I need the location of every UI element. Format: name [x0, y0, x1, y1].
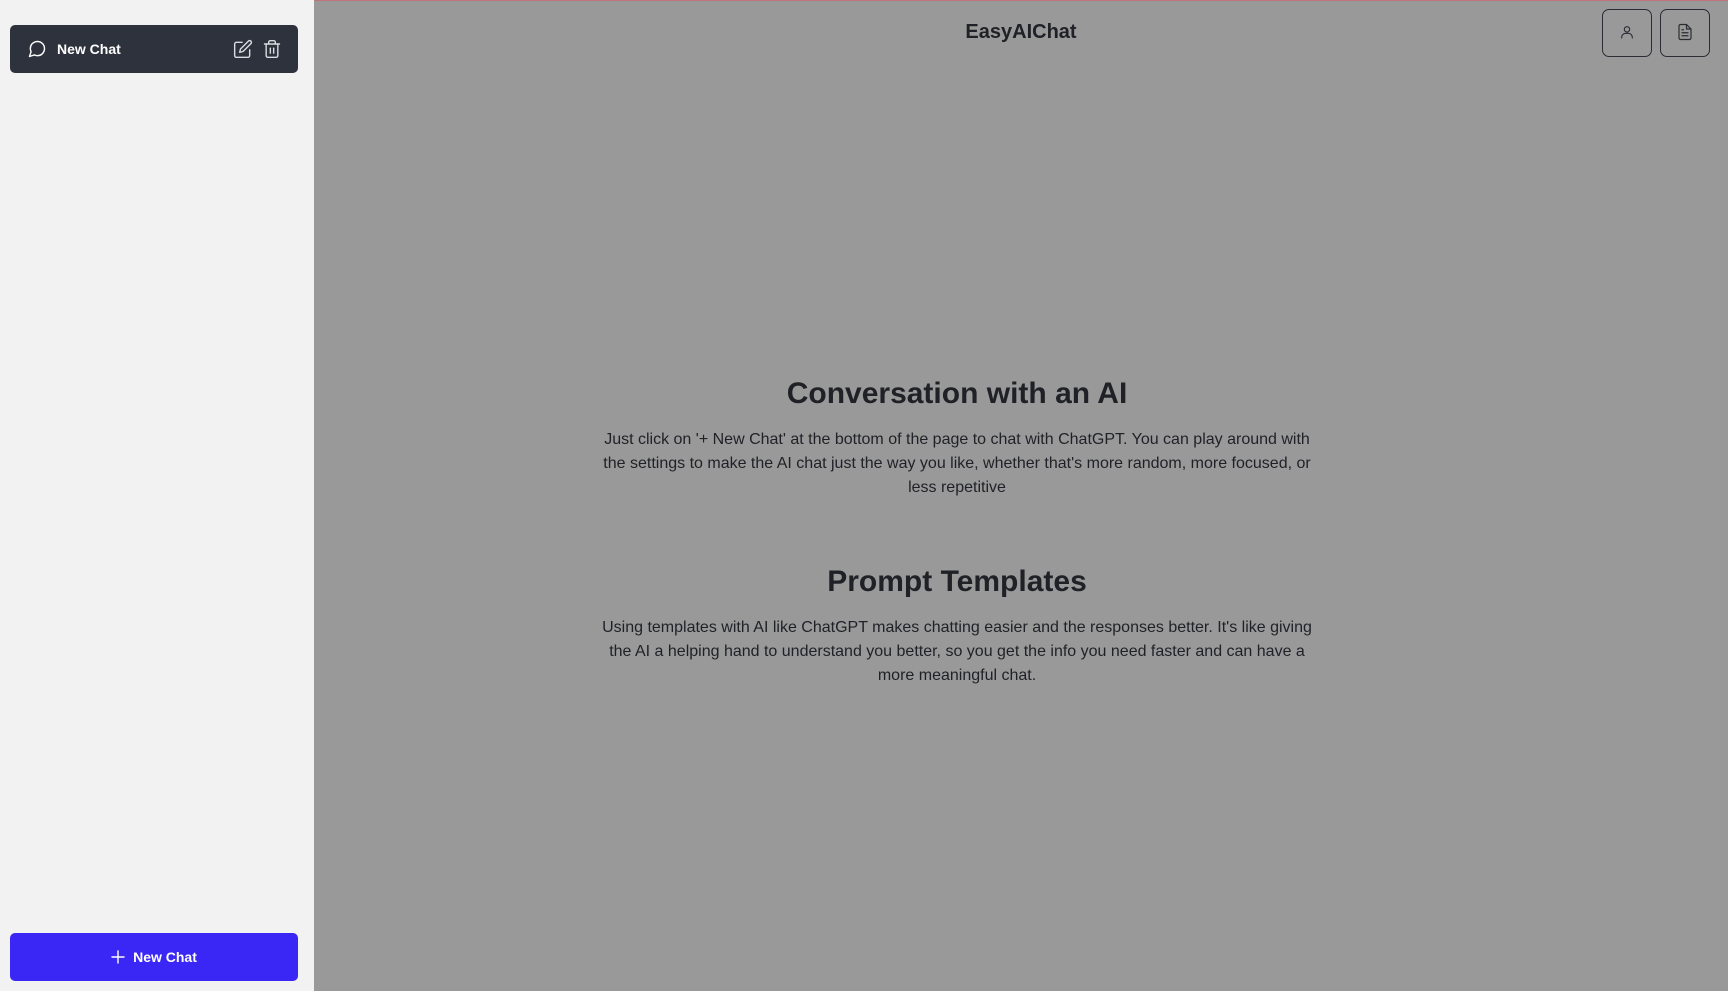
chat-list-item[interactable]: New Chat	[10, 25, 298, 73]
document-icon	[1676, 23, 1694, 44]
intro-content: Conversation with an AI Just click on '+…	[600, 374, 1314, 688]
user-icon	[1619, 24, 1635, 43]
trash-icon[interactable]	[262, 39, 282, 59]
conversation-section: Conversation with an AI Just click on '+…	[600, 374, 1314, 500]
new-chat-button-label: New Chat	[133, 949, 197, 965]
chat-bubble-icon	[27, 39, 47, 59]
user-button[interactable]	[1602, 9, 1652, 57]
new-chat-button[interactable]: New Chat	[10, 933, 298, 981]
app-title: EasyAIChat	[965, 21, 1077, 43]
chat-list-item-label: New Chat	[57, 41, 121, 57]
sidebar: New Chat New Chat	[0, 0, 314, 991]
document-button[interactable]	[1660, 9, 1710, 57]
plus-icon	[111, 950, 125, 964]
section-heading: Prompt Templates	[827, 565, 1087, 598]
section-heading: Conversation with an AI	[786, 377, 1128, 410]
edit-icon[interactable]	[233, 39, 253, 59]
prompt-templates-section: Prompt Templates Using templates with AI…	[600, 562, 1314, 688]
main-panel: EasyAIChat Conversation with an AI Just …	[314, 0, 1728, 991]
section-body: Just click on '+ New Chat' at the bottom…	[603, 431, 1311, 496]
section-body: Using templates with AI like ChatGPT mak…	[602, 619, 1312, 684]
